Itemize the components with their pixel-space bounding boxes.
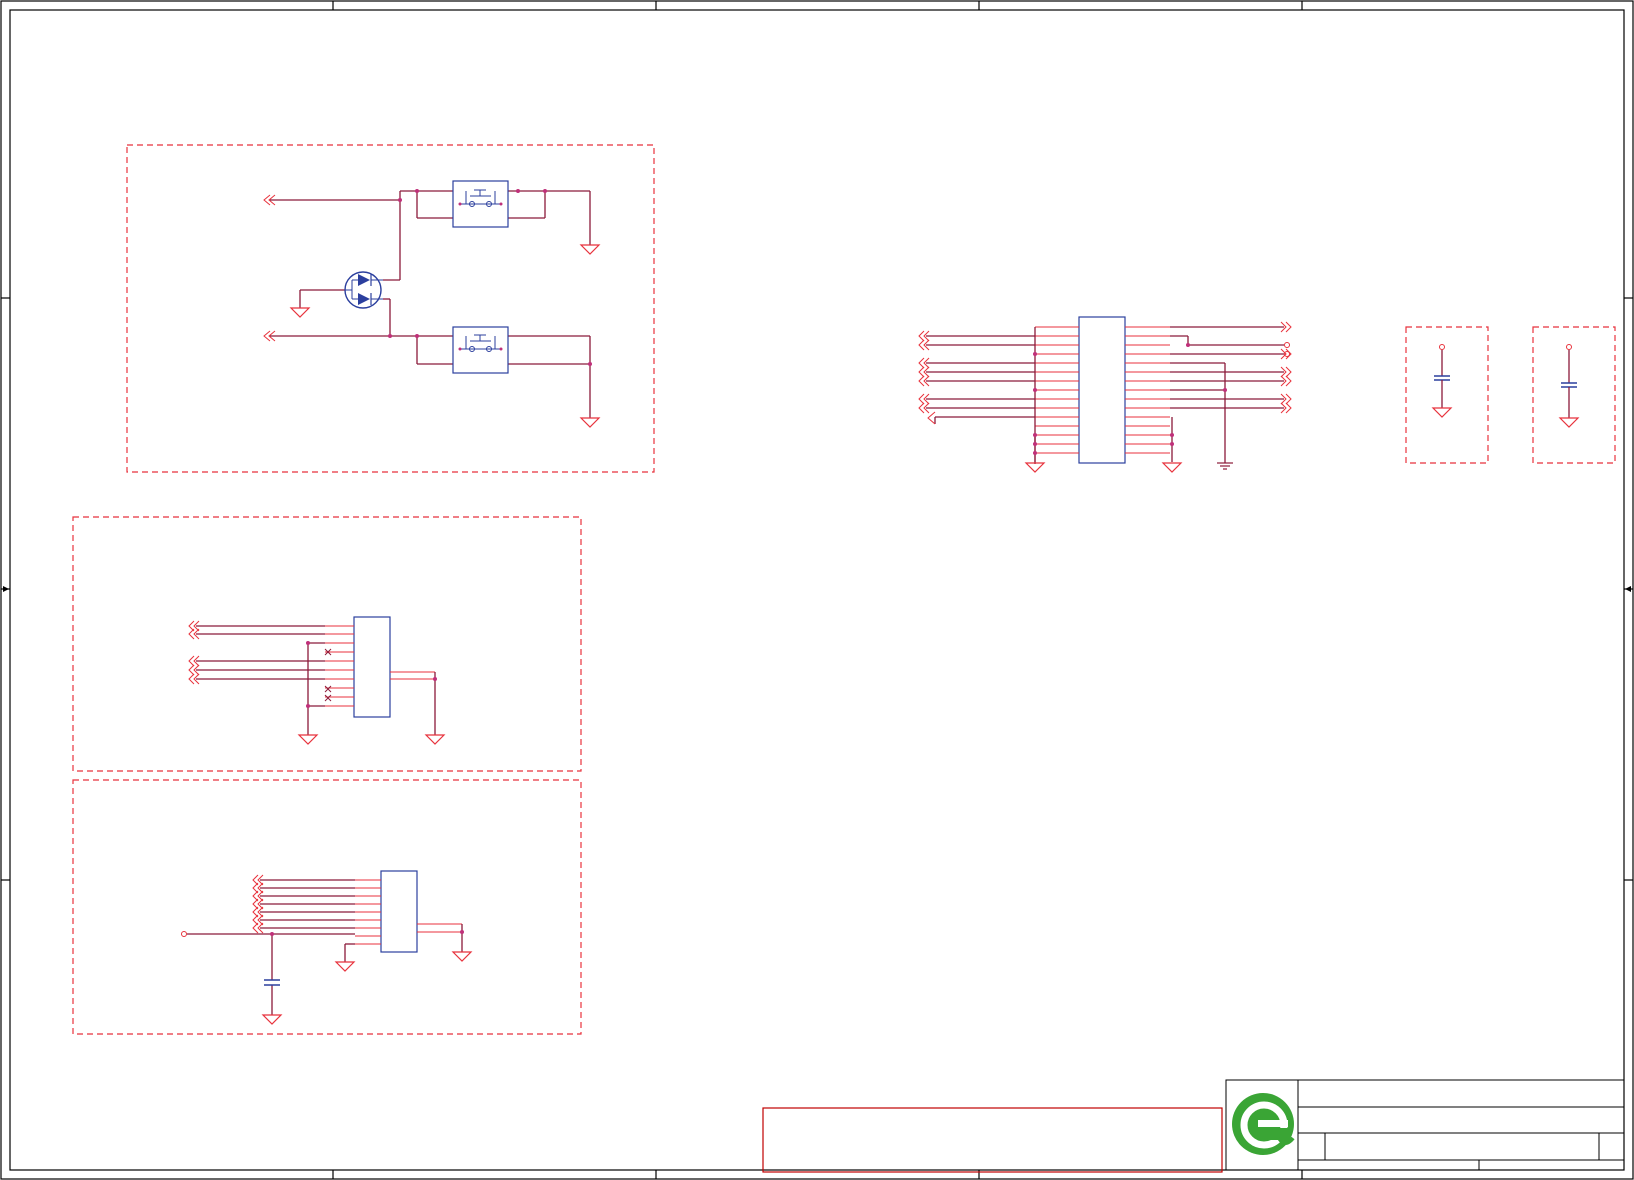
- capacitor-icon: [264, 979, 280, 986]
- ground-icon: [1024, 444, 1183, 473]
- push-button-switch-icon: [452, 326, 509, 374]
- wire-net: [1170, 326, 1284, 463]
- connector-body: [380, 870, 418, 953]
- group-box-connector-1: [72, 516, 582, 772]
- schematic-sheet: [0, 0, 1634, 1180]
- group-connector-1: [72, 516, 582, 772]
- group-decoupling-cap-2: [1532, 326, 1616, 464]
- junction-dot: [270, 930, 464, 936]
- capacitor-icon: [1561, 382, 1577, 388]
- connector-body: [353, 616, 391, 718]
- net-port-icon: [263, 194, 276, 342]
- ic-left-pins: [1035, 326, 1079, 454]
- note-box: [762, 1107, 1223, 1173]
- no-connect-icon: [324, 648, 332, 702]
- test-point-icon: [181, 931, 187, 937]
- ground-icon: [1558, 417, 1580, 428]
- dual-diode-icon: [344, 271, 383, 309]
- capacitor-icon: [1434, 375, 1450, 381]
- junction-dot: [306, 641, 437, 708]
- sheet-frame: [0, 0, 1634, 1180]
- ic-right-pins: [1125, 326, 1170, 454]
- ground-icon: [1431, 407, 1453, 418]
- group-connector-2: [72, 779, 582, 1035]
- ground-icon: [261, 951, 473, 1025]
- group-box-cap-1: [1405, 326, 1489, 464]
- wire-net: [270, 190, 591, 418]
- group-box-cap-2: [1532, 326, 1616, 464]
- group-box-connector-2: [72, 779, 582, 1035]
- frame-zone-arrows: [3, 586, 1631, 592]
- green-e-logo-icon: [1232, 1093, 1295, 1155]
- group-button-diode: [126, 144, 655, 473]
- net-port-icon: [188, 620, 200, 685]
- group-decoupling-cap-1: [1405, 326, 1489, 464]
- main-ic: [918, 316, 1292, 473]
- wire-net: [926, 327, 1036, 464]
- chassis-ground-icon: [1217, 462, 1233, 470]
- ground-icon: [297, 734, 446, 745]
- junction-dot: [388, 189, 592, 366]
- ic-body: [1078, 316, 1126, 464]
